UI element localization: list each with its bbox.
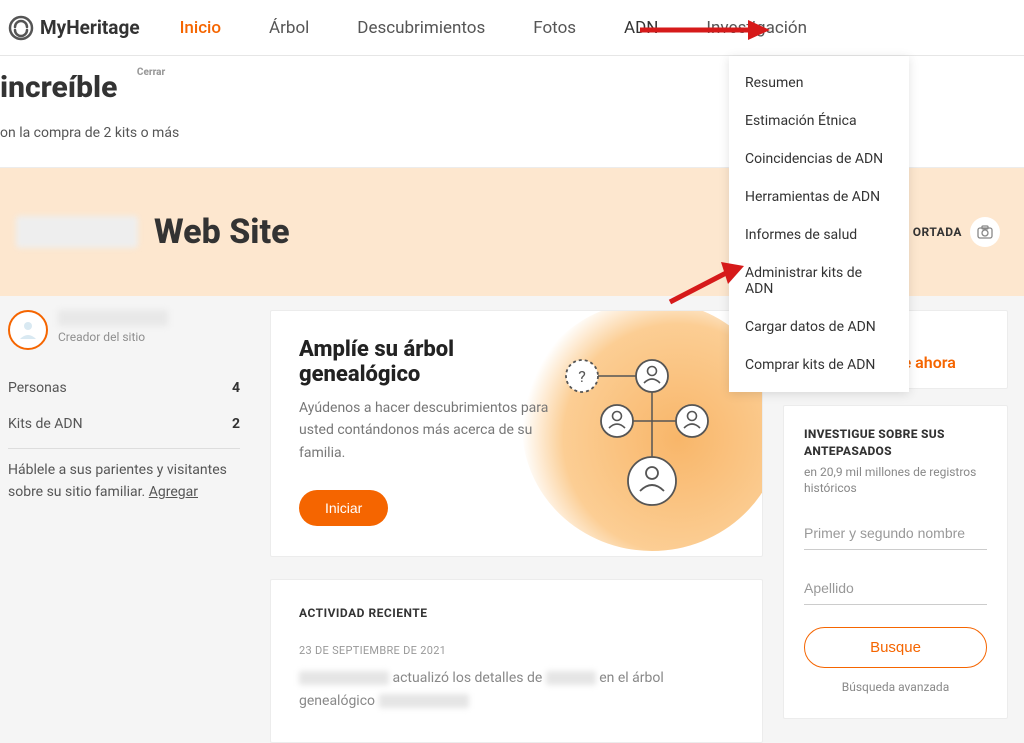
owner-name-redacted (58, 310, 168, 326)
main-nav: Inicio Árbol Descubrimientos Fotos ADN I… (180, 1, 1008, 55)
owner-role: Creador del sitio (58, 330, 168, 344)
nav-fotos[interactable]: Fotos (533, 1, 576, 55)
brand-text: MyHeritage (40, 16, 140, 39)
last-name-field[interactable] (804, 572, 987, 605)
brand-logo[interactable]: MyHeritage (8, 15, 140, 41)
site-title-suffix: Web Site (154, 212, 290, 252)
dd-cargar[interactable]: Cargar datos de ADN (729, 308, 909, 346)
site-title: Web Site (16, 212, 290, 252)
dd-coincidencias[interactable]: Coincidencias de ADN (729, 140, 909, 178)
advanced-search-link[interactable]: Búsqueda avanzada (804, 680, 987, 694)
adn-dropdown: Resumen Estimación Étnica Coincidencias … (729, 56, 909, 392)
stat-personas-value: 4 (232, 380, 240, 396)
center-column: ? Amplíe su árbol genealógico Ayúdenos a… (270, 310, 763, 743)
recent-activity-card: ACTIVIDAD RECIENTE 23 DE SEPTIEMBRE DE 2… (270, 579, 763, 743)
svg-text:?: ? (578, 367, 586, 386)
divider (8, 448, 240, 449)
nav-arbol[interactable]: Árbol (269, 1, 309, 55)
stat-personas-label: Personas (8, 380, 67, 396)
site-name-redacted (16, 216, 138, 248)
brand-icon (8, 15, 34, 41)
dd-informes[interactable]: Informes de salud (729, 216, 909, 254)
research-title: INVESTIGUE SOBRE SUS ANTEPASADOS (804, 426, 987, 460)
stat-personas[interactable]: Personas 4 (0, 370, 250, 406)
avatar[interactable] (8, 310, 48, 350)
activity-target-redacted (546, 671, 596, 685)
promo-headline: increíble (0, 70, 117, 105)
activity-tree-redacted (379, 694, 469, 708)
first-name-field[interactable] (804, 517, 987, 550)
invite-add-link[interactable]: Agregar (149, 484, 198, 500)
person-icon (17, 319, 39, 341)
activity-date: 23 DE SEPTIEMBRE DE 2021 (299, 644, 734, 657)
dd-resumen[interactable]: Resumen (729, 64, 909, 102)
grow-tree-card: ? Amplíe su árbol genealógico Ayúdenos a… (270, 310, 763, 557)
research-sub: en 20,9 mil millones de registros histór… (804, 464, 987, 498)
nav-inicio[interactable]: Inicio (180, 1, 221, 55)
grow-tree-title: Amplíe su árbol genealógico (299, 337, 559, 387)
left-sidebar: Creador del sitio Personas 4 Kits de ADN… (0, 310, 250, 504)
activity-user-redacted (299, 671, 389, 685)
search-button[interactable]: Busque (804, 627, 987, 668)
cover-label: ORTADA (913, 225, 962, 239)
dd-estimacion[interactable]: Estimación Étnica (729, 102, 909, 140)
camera-icon (970, 217, 1000, 247)
activity-mid: actualizó los detalles de (389, 670, 546, 686)
invite-text: Háblele a sus parientes y visitantes sob… (0, 459, 250, 504)
grow-tree-body: Ayúdenos a hacer descubrimientos para us… (299, 397, 559, 464)
top-nav: MyHeritage Inicio Árbol Descubrimientos … (0, 0, 1024, 56)
stat-kits-value: 2 (232, 416, 240, 432)
stat-kits[interactable]: Kits de ADN 2 (0, 406, 250, 442)
tree-illustration: ? (552, 341, 732, 521)
promo-close[interactable]: Cerrar (137, 67, 165, 78)
dd-administrar[interactable]: Administrar kits de ADN (729, 254, 909, 308)
dd-comprar[interactable]: Comprar kits de ADN (729, 346, 909, 384)
research-card: INVESTIGUE SOBRE SUS ANTEPASADOS en 20,9… (783, 405, 1008, 719)
site-owner: Creador del sitio (0, 310, 250, 350)
dd-herramientas[interactable]: Herramientas de ADN (729, 178, 909, 216)
nav-investigacion[interactable]: Investigación (706, 1, 807, 55)
stat-kits-label: Kits de ADN (8, 416, 83, 432)
cover-photo-button[interactable]: ORTADA (913, 217, 1000, 247)
nav-adn[interactable]: ADN (624, 1, 658, 55)
recent-activity-header: ACTIVIDAD RECIENTE (299, 606, 734, 620)
nav-descubrimientos[interactable]: Descubrimientos (357, 1, 485, 55)
start-button[interactable]: Iniciar (299, 490, 388, 526)
activity-line: actualizó los detalles de en el árbol ge… (299, 667, 734, 712)
